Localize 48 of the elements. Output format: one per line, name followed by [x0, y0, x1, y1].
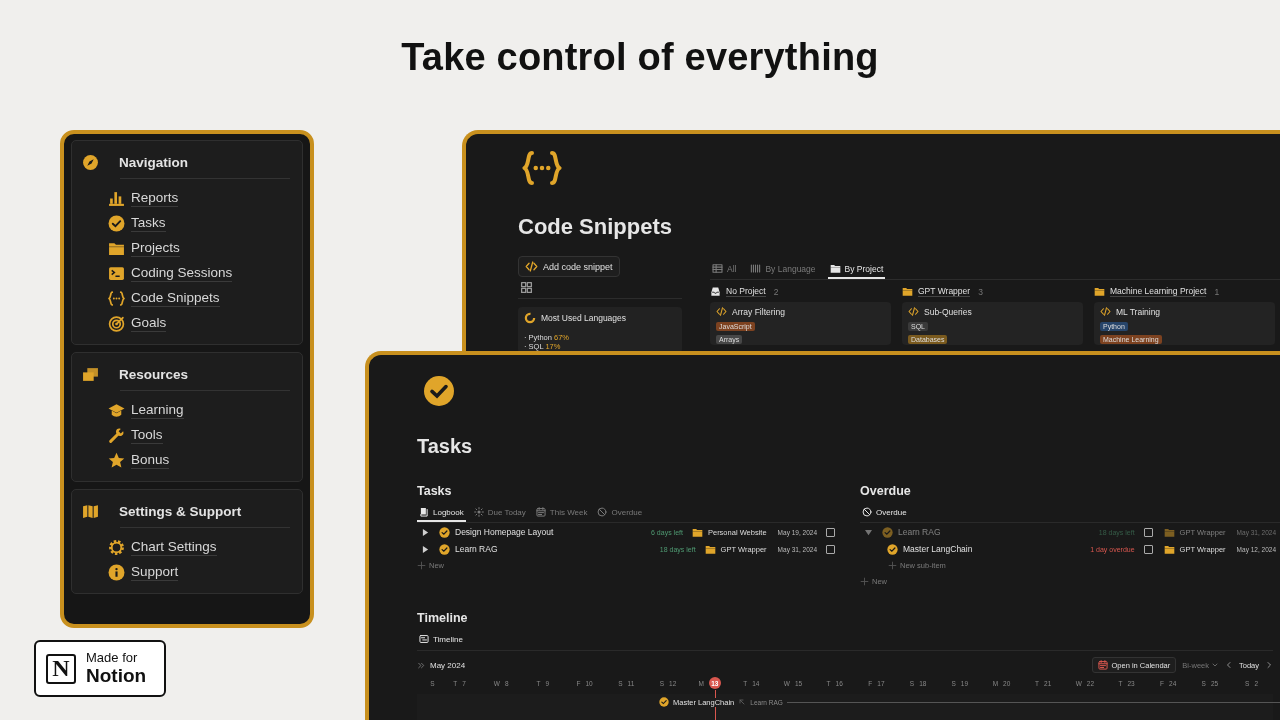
navigation-link[interactable]: Tasks [131, 214, 166, 232]
navigation-link[interactable]: Bonus [131, 451, 170, 469]
headline: Take control of everything [400, 36, 880, 79]
section-title: Settings & Support [119, 504, 242, 519]
navigation-link[interactable]: Goals [131, 314, 167, 332]
view-label[interactable]: Overdue [860, 504, 909, 522]
page-title: Tasks [417, 435, 474, 458]
snippet-title: ML Training [1116, 306, 1161, 317]
section-title: Resources [119, 367, 189, 382]
badge-caption: Made for [86, 650, 139, 665]
task-title[interactable]: Learn RAG [455, 544, 655, 554]
page-title: Code Snippets [518, 214, 673, 240]
navigation-link[interactable]: Support [131, 563, 179, 581]
add-snippet-button[interactable]: Add code snippet [518, 256, 620, 277]
navigation-link[interactable]: Learning [131, 401, 184, 419]
section-heading: Tasks [417, 484, 453, 498]
section-title: Navigation [119, 155, 188, 170]
navigation-link[interactable]: Coding Sessions [131, 264, 233, 282]
section-heading: Overdue [860, 484, 912, 498]
view-tab[interactable]: By Language [748, 260, 818, 279]
snippet-title: Array Filtering [732, 306, 785, 317]
group-count: 3 [978, 286, 983, 297]
view-tab[interactable]: Logbook [417, 504, 466, 522]
badge-title: Notion [86, 665, 147, 687]
group-name: GPT Wrapper [918, 286, 971, 297]
card-title: Most Used Languages [541, 313, 627, 323]
group-count: 1 [1214, 286, 1220, 297]
subtask-title[interactable]: Master LangChain [903, 544, 1086, 554]
navigation-link[interactable]: Code Snippets [131, 289, 220, 307]
navigation-link[interactable]: Chart Settings [131, 538, 217, 556]
view-label[interactable]: Timeline [417, 631, 465, 649]
group-count: 2 [773, 286, 779, 297]
group-name: No Project [726, 286, 766, 297]
view-tab[interactable]: Overdue [595, 504, 645, 522]
notion-logo: N [46, 653, 76, 684]
view-tab[interactable]: This Week [533, 504, 590, 522]
section-heading: Timeline [417, 611, 469, 625]
view-tab[interactable]: Due Today [471, 504, 528, 522]
task-title[interactable]: Learn RAG [898, 527, 1094, 537]
snippet-title: Sub-Queries [924, 306, 972, 317]
task-title[interactable]: Design Homepage Layout [455, 527, 647, 537]
view-tab[interactable]: By Project [827, 260, 886, 279]
month-label: May 2024 [430, 660, 466, 670]
view-tab[interactable]: All [710, 260, 739, 279]
navigation-link[interactable]: Tools [131, 426, 163, 444]
navigation-link[interactable]: Reports [131, 189, 179, 207]
group-name: Machine Learning Project [1110, 286, 1207, 297]
navigation-link[interactable]: Projects [131, 239, 180, 257]
